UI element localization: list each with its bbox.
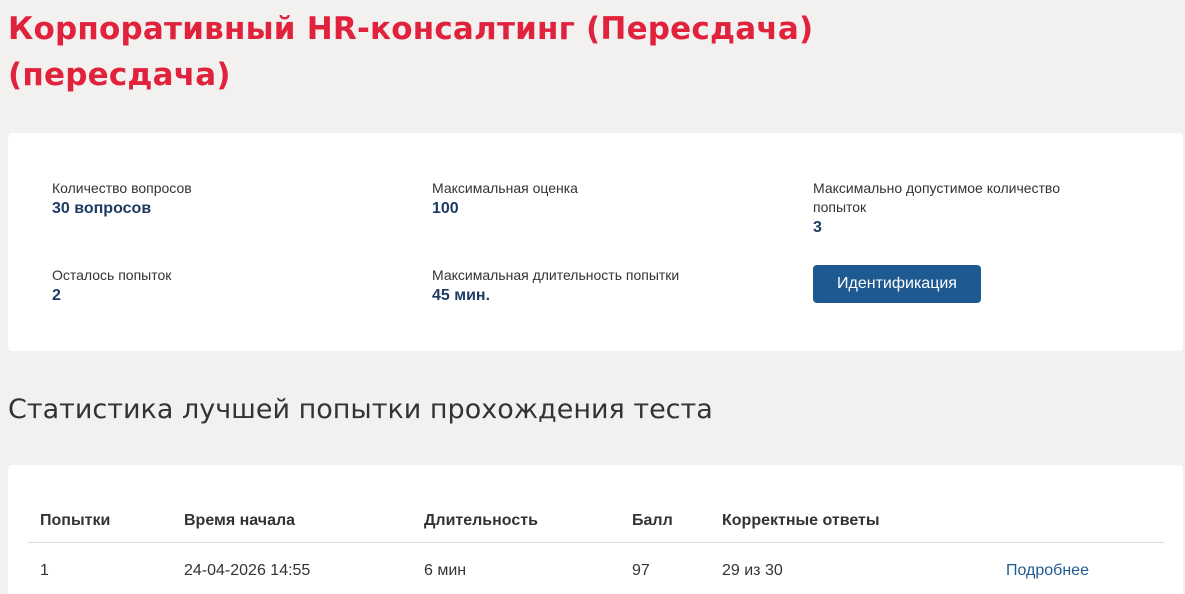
test-info-card: Количество вопросов 30 вопросов Максимал… <box>8 133 1183 351</box>
remaining-attempts-value: 2 <box>52 287 61 304</box>
col-header-score: Балл <box>632 512 673 529</box>
remaining-attempts-block: Осталось попыток 2 <box>52 266 171 306</box>
max-duration-block: Максимальная длительность попытки 45 мин… <box>432 266 679 306</box>
max-attempts-value: 3 <box>813 219 822 236</box>
identification-button[interactable]: Идентификация <box>813 265 981 303</box>
questions-count-label: Количество вопросов <box>52 180 192 196</box>
col-header-attempts: Попытки <box>40 512 111 529</box>
page: Корпоративный HR-консалтинг (Пересдача) … <box>0 0 1185 594</box>
stats-section-title: Статистика лучшей попытки прохождения те… <box>8 394 713 425</box>
max-attempts-label: Максимально допустимое количество попыто… <box>813 180 1060 215</box>
cell-score: 97 <box>632 562 650 579</box>
questions-count-value: 30 вопросов <box>52 200 152 217</box>
cell-attempt: 1 <box>40 562 49 579</box>
questions-count-block: Количество вопросов 30 вопросов <box>52 179 192 219</box>
details-link[interactable]: Подробнее <box>1006 560 1089 582</box>
max-duration-value: 45 мин. <box>432 287 491 304</box>
max-attempts-block: Максимально допустимое количество попыто… <box>813 179 1113 238</box>
max-score-value: 100 <box>432 200 459 217</box>
col-header-start-time: Время начала <box>184 512 296 529</box>
remaining-attempts-label: Осталось попыток <box>52 267 172 283</box>
col-header-correct: Корректные ответы <box>722 512 880 529</box>
page-title: Корпоративный HR-консалтинг (Пересдача) … <box>8 11 814 93</box>
max-duration-label: Максимальная длительность попытки <box>432 267 680 283</box>
stats-table: Попытки Время начала Длительность Балл К… <box>8 465 1183 594</box>
max-score-label: Максимальная оценка <box>432 180 578 196</box>
cell-duration: 6 мин <box>424 562 467 579</box>
cell-start-time: 24-04-2026 14:55 <box>184 562 311 579</box>
cell-correct: 29 из 30 <box>722 562 783 579</box>
max-score-block: Максимальная оценка 100 <box>432 179 578 219</box>
col-header-duration: Длительность <box>424 512 538 529</box>
table-divider <box>28 542 1164 543</box>
